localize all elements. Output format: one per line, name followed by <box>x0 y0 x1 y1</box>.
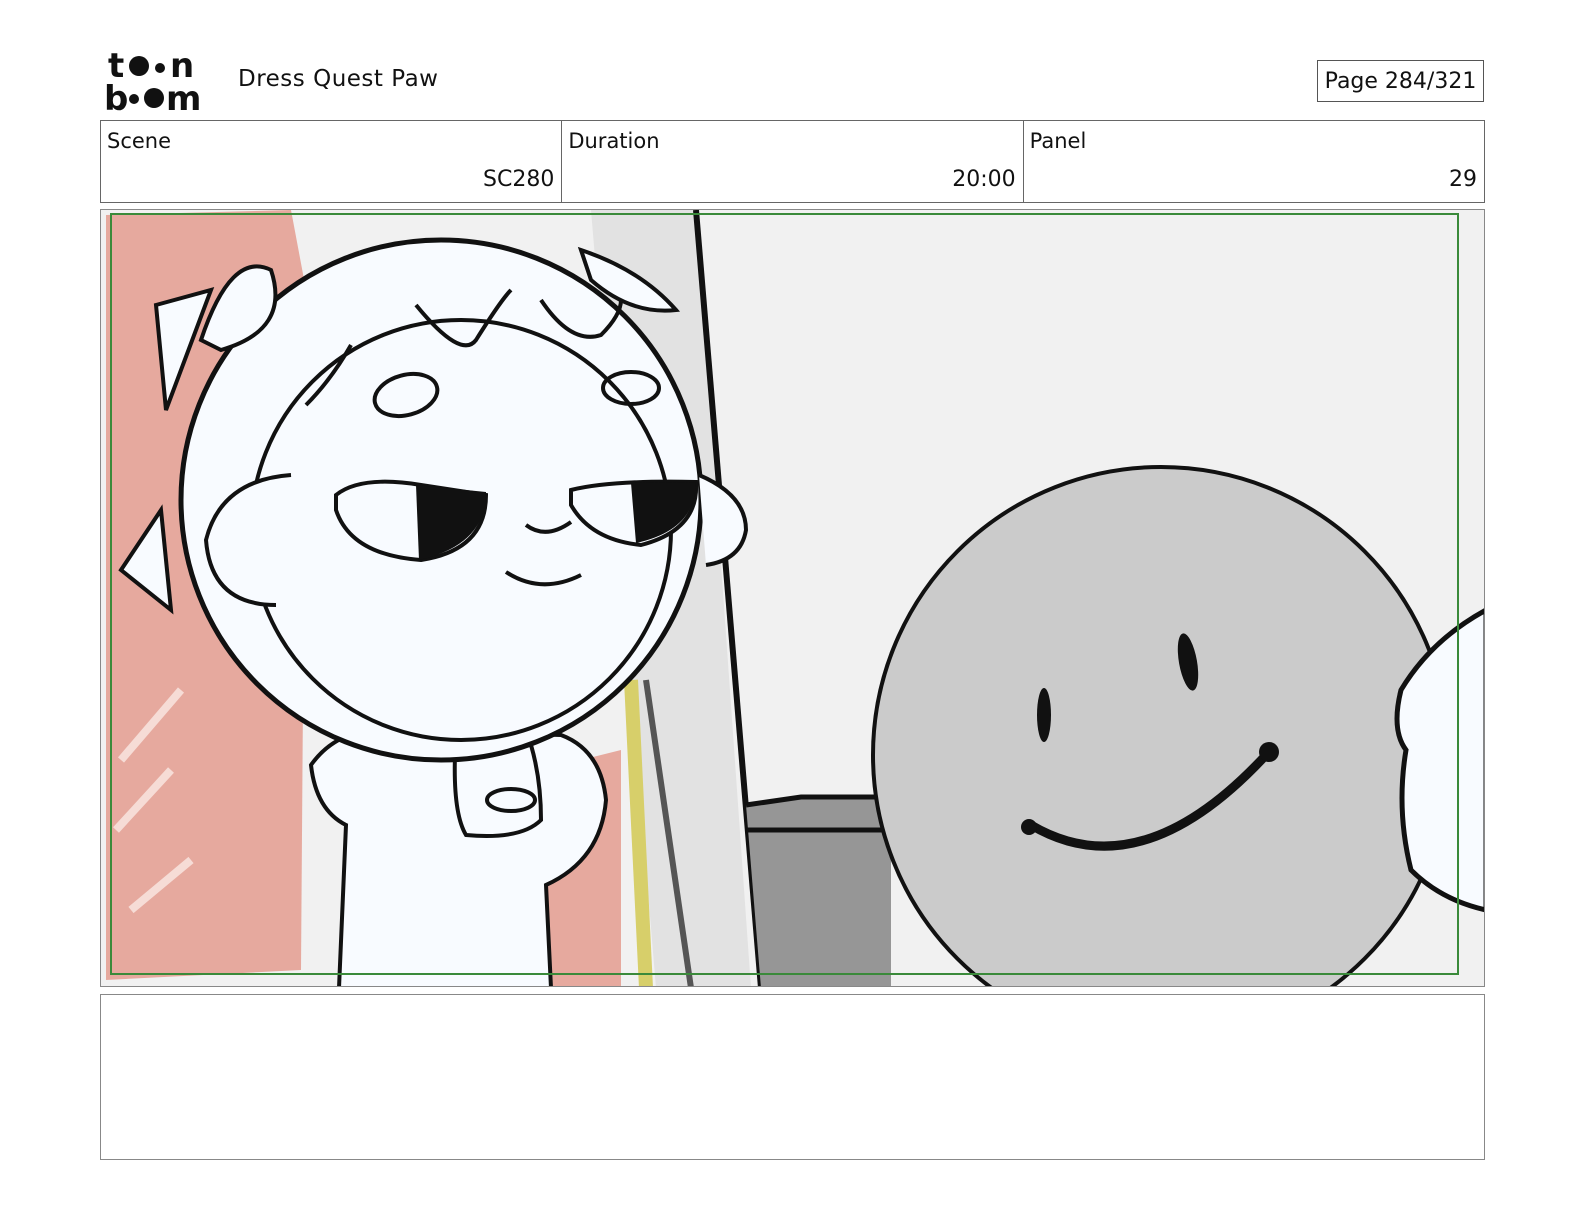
duration-value: 20:00 <box>952 167 1016 192</box>
panel-drawing <box>101 210 1484 986</box>
panel-value: 29 <box>1448 167 1477 192</box>
duration-cell: Duration 20:00 <box>562 121 1024 202</box>
page-indicator: Page 284/321 <box>1317 60 1484 102</box>
svg-text:b: b <box>104 79 128 112</box>
duration-label: Duration <box>568 129 660 153</box>
project-title: Dress Quest Paw <box>238 66 439 92</box>
storyboard-panel <box>100 209 1485 987</box>
info-row: Scene SC280 Duration 20:00 Panel 29 <box>100 120 1485 203</box>
scene-cell: Scene SC280 <box>101 121 563 202</box>
scene-value: SC280 <box>483 167 555 192</box>
notes-box[interactable] <box>100 994 1485 1160</box>
toon-boom-logo: t n b m <box>104 50 201 112</box>
panel-label: Panel <box>1029 129 1087 153</box>
panel-cell: Panel 29 <box>1024 121 1484 202</box>
svg-text:m: m <box>166 79 201 112</box>
scene-label: Scene <box>107 129 172 153</box>
